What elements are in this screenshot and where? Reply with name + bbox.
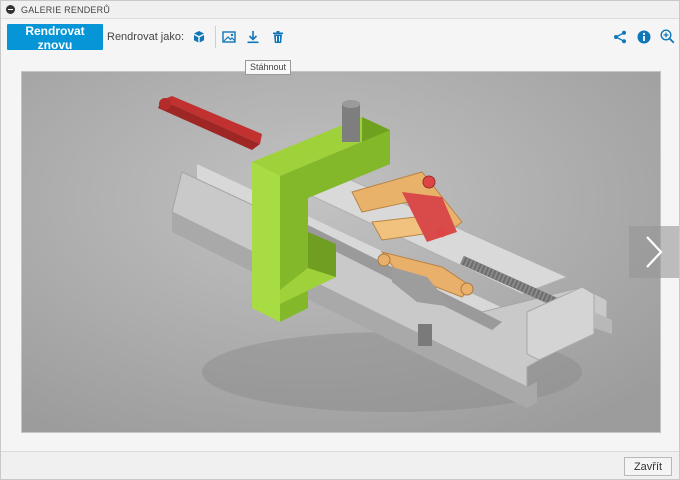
footer: Zavřít [1,451,679,479]
toolbar: Rendrovat znovu Rendrovat jako: [1,20,679,53]
window-title: GALERIE RENDERŮ [21,4,111,15]
download-tooltip: Stáhnout [245,60,292,75]
rerender-button[interactable]: Rendrovat znovu [7,23,103,52]
share-icon[interactable] [612,29,628,45]
info-icon[interactable] [636,29,652,45]
collapse-icon[interactable] [6,5,15,14]
next-image-button[interactable] [629,226,679,278]
render-gallery-window: GALERIE RENDERŮ Rendrovat znovu Rendrova… [0,0,680,480]
render-as-cube-icon[interactable] [191,29,207,45]
delete-icon[interactable] [270,29,286,45]
render-viewer [1,53,679,451]
render-as-label: Rendrovat jako: [107,30,185,43]
render-image [21,71,661,433]
titlebar: GALERIE RENDERŮ [1,1,679,19]
chevron-right-icon [646,236,663,268]
edit-image-icon[interactable] [221,29,237,45]
toolbar-separator [215,25,217,48]
zoom-in-icon[interactable] [659,29,675,45]
download-icon[interactable] [245,29,261,45]
close-button[interactable]: Zavřít [624,457,672,476]
